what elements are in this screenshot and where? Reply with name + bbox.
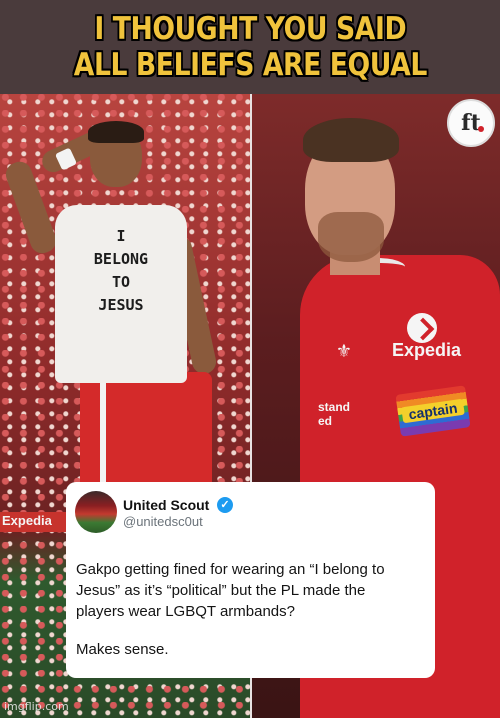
shirt-text-line-3: TO — [111, 273, 131, 291]
ad-board-text: Expedia — [2, 513, 52, 528]
shirt-text-line-4: JESUS — [98, 296, 144, 314]
ft-logo-dot — [478, 126, 484, 132]
imgflip-watermark: imgflip.com — [4, 700, 69, 713]
sponsor-text: Expedia — [392, 340, 462, 360]
tweet-display-name[interactable]: United Scout — [123, 497, 209, 513]
caption-line-1: I THOUGHT YOU SAID — [94, 11, 406, 47]
tweet-line-2: Jesus” as it’s “political” but the PL ma… — [76, 582, 366, 599]
meme-caption: I THOUGHT YOU SAID ALL BELIEFS ARE EQUAL — [0, 0, 500, 94]
sleeve-line-1: stand — [318, 400, 351, 414]
tweet-closing: Makes sense. — [76, 641, 169, 658]
left-player-shirt: I BELONG TO JESUS — [55, 205, 187, 383]
tweet-line-3: players wear LGBQT armbands? — [76, 603, 295, 620]
sleeve-line-2: ed — [318, 414, 333, 428]
right-player-beard — [318, 212, 384, 262]
verified-badge-icon: ✓ — [217, 497, 233, 513]
tweet-paragraph-gap — [76, 622, 426, 639]
right-player-hair — [303, 118, 399, 162]
tweet-body: Gakpo getting fined for wearing an “I be… — [76, 559, 426, 660]
tweet-handle[interactable]: @unitedsc0ut — [123, 514, 203, 529]
tweet-line-1: Gakpo getting fined for wearing an “I be… — [76, 561, 385, 578]
shirt-text-line-2: BELONG — [93, 250, 149, 268]
sleeve-text: stand ed — [318, 400, 350, 428]
shirt-text-line-1: I — [116, 227, 126, 245]
ft-logo-icon: ft — [447, 99, 495, 147]
ft-logo-text: ft — [461, 110, 481, 136]
expedia-logo-icon — [407, 313, 437, 343]
liverbird-crest-icon: ⚜ — [335, 341, 353, 361]
left-player-hair — [88, 121, 144, 143]
caption-line-2: ALL BELIEFS ARE EQUAL — [73, 47, 427, 83]
left-player-shorts-stripe — [100, 372, 106, 484]
tweet-card[interactable]: United Scout ✓ @unitedsc0ut Gakpo gettin… — [66, 482, 435, 678]
avatar[interactable] — [75, 491, 117, 533]
